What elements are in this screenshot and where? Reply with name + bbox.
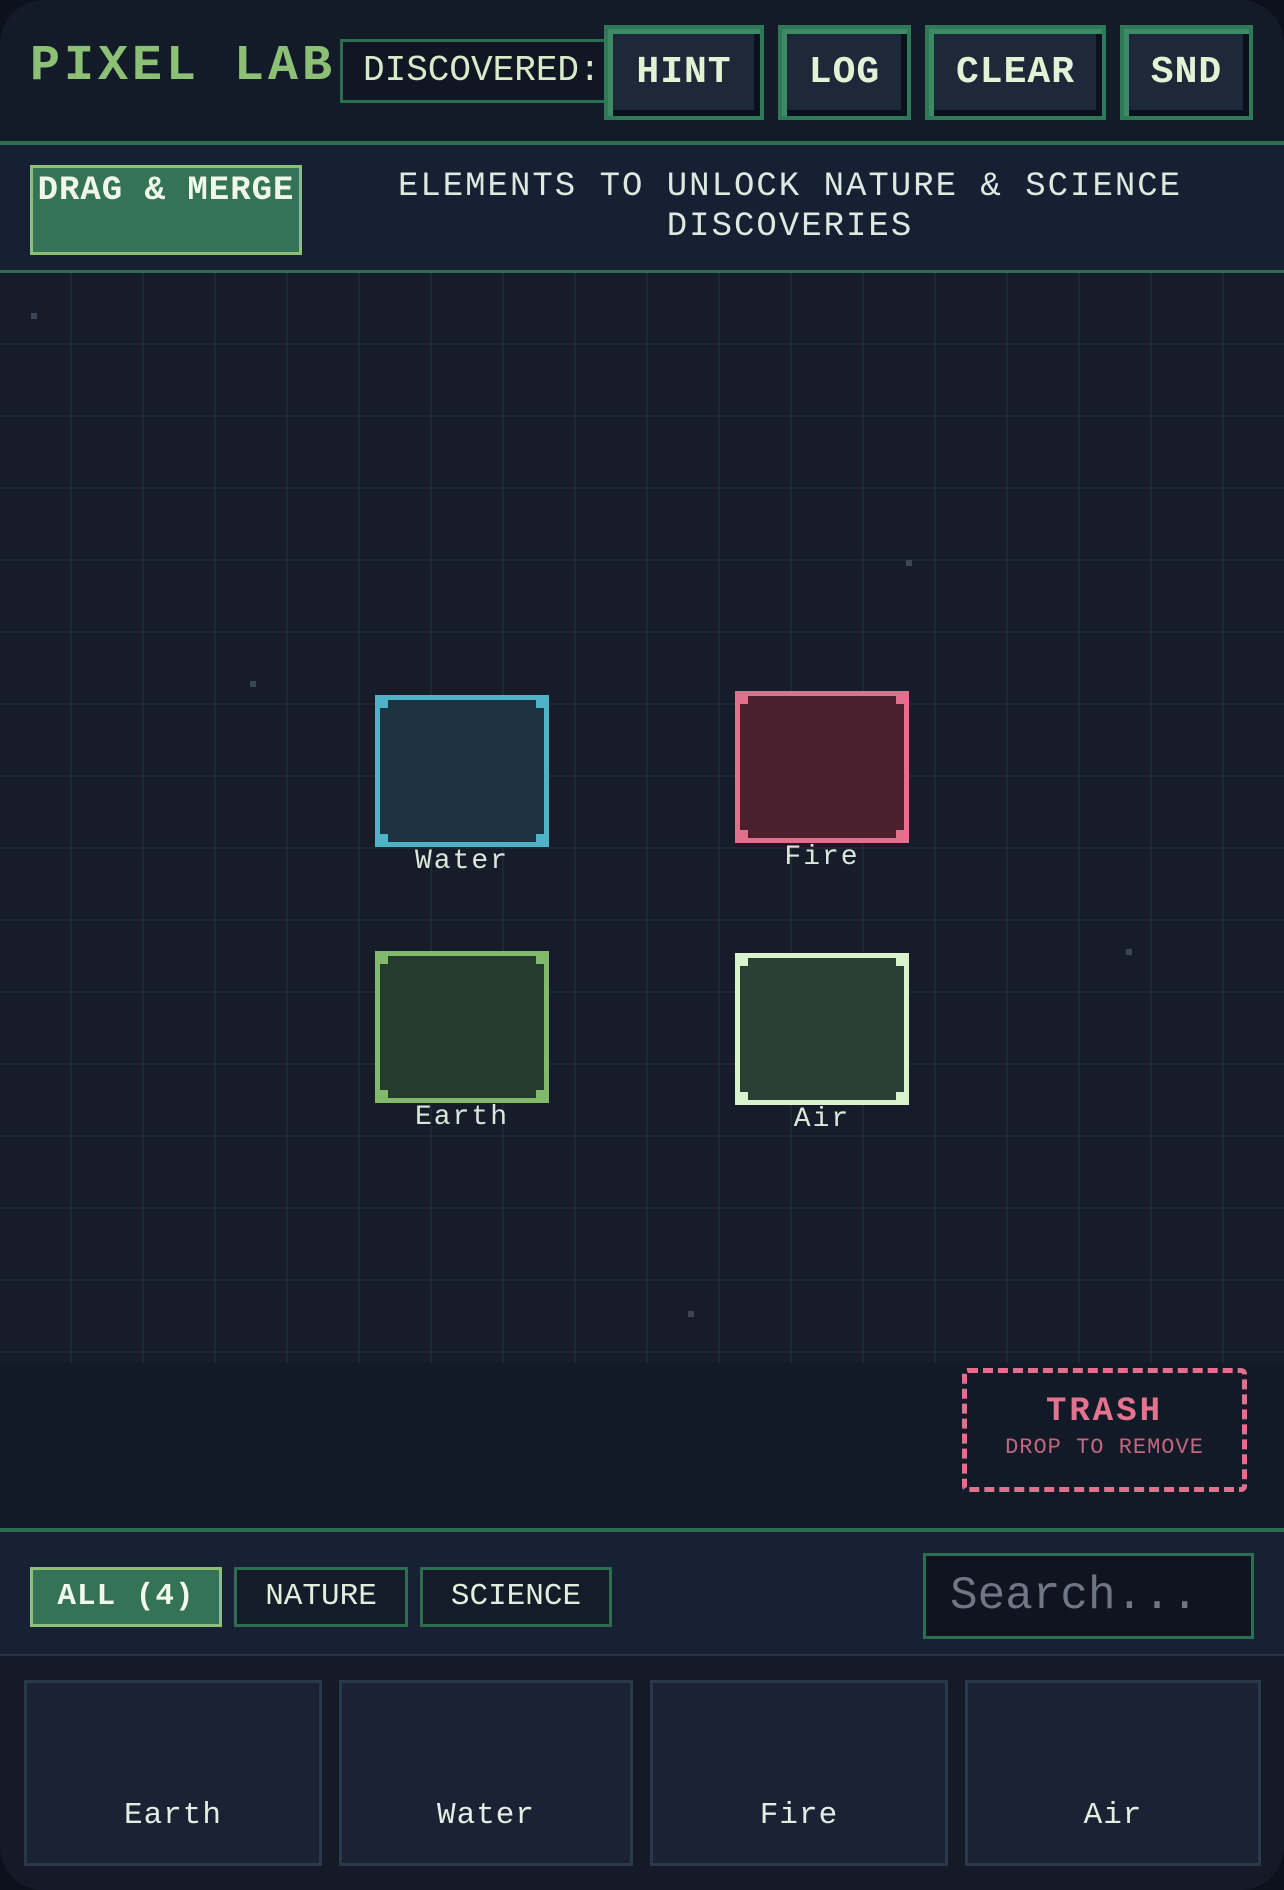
trash-subtitle: DROP TO REMOVE — [1005, 1435, 1204, 1460]
inventory-item-label: Earth — [123, 1798, 222, 1833]
log-button[interactable]: LOG — [778, 25, 911, 120]
background-speck — [250, 681, 256, 687]
element-tile-earth[interactable] — [375, 951, 549, 1103]
search-input[interactable] — [923, 1553, 1254, 1639]
inventory-item-fire[interactable]: Fire — [650, 1680, 948, 1866]
instruction-badge: DRAG & MERGE — [30, 165, 302, 255]
filter-tab-all[interactable]: ALL (4) — [30, 1567, 222, 1627]
element-tile-air[interactable] — [735, 953, 909, 1105]
inventory-item-water[interactable]: Water — [339, 1680, 633, 1866]
instruction-text: ELEMENTS TO UNLOCK NATURE & SCIENCE DISC… — [397, 168, 1183, 246]
trash-title: TRASH — [1045, 1393, 1164, 1431]
element-tile-water[interactable] — [375, 695, 549, 847]
background-speck — [31, 313, 37, 319]
background-speck — [906, 560, 912, 566]
inventory-panel: Earth Water Fire Air — [0, 1656, 1284, 1890]
filter-tab-science[interactable]: SCIENCE — [420, 1567, 612, 1627]
discovered-counter: DISCOVERED: — [340, 39, 620, 103]
top-bar: PIXEL LAB DISCOVERED: HINT LOG CLEAR SND — [0, 0, 1284, 145]
filter-bar: ALL (4) NATURE SCIENCE — [0, 1528, 1284, 1656]
inventory-item-label: Fire — [759, 1798, 839, 1833]
inventory-item-label: Air — [1083, 1798, 1143, 1833]
clear-button[interactable]: CLEAR — [925, 25, 1106, 120]
hint-button[interactable]: HINT — [604, 25, 764, 120]
element-label: Water — [414, 846, 509, 877]
trash-dropzone[interactable]: TRASH DROP TO REMOVE — [962, 1368, 1247, 1492]
game-screen: PIXEL LAB DISCOVERED: HINT LOG CLEAR SND… — [0, 0, 1284, 1890]
merge-board[interactable]: Water Fire Earth Air — [0, 273, 1284, 1363]
element-label: Fire — [784, 842, 860, 873]
inventory-item-earth[interactable]: Earth — [24, 1680, 322, 1866]
inventory-item-air[interactable]: Air — [965, 1680, 1261, 1866]
filter-tab-nature[interactable]: NATURE — [234, 1567, 408, 1627]
element-label: Air — [793, 1104, 851, 1135]
element-label: Earth — [414, 1102, 509, 1133]
instruction-bar: DRAG & MERGE ELEMENTS TO UNLOCK NATURE &… — [0, 145, 1284, 273]
background-speck — [688, 1311, 694, 1317]
inventory-item-label: Water — [436, 1798, 535, 1833]
app-title: PIXEL LAB — [30, 38, 337, 95]
element-tile-fire[interactable] — [735, 691, 909, 843]
sound-button[interactable]: SND — [1120, 25, 1253, 120]
background-speck — [1126, 949, 1132, 955]
